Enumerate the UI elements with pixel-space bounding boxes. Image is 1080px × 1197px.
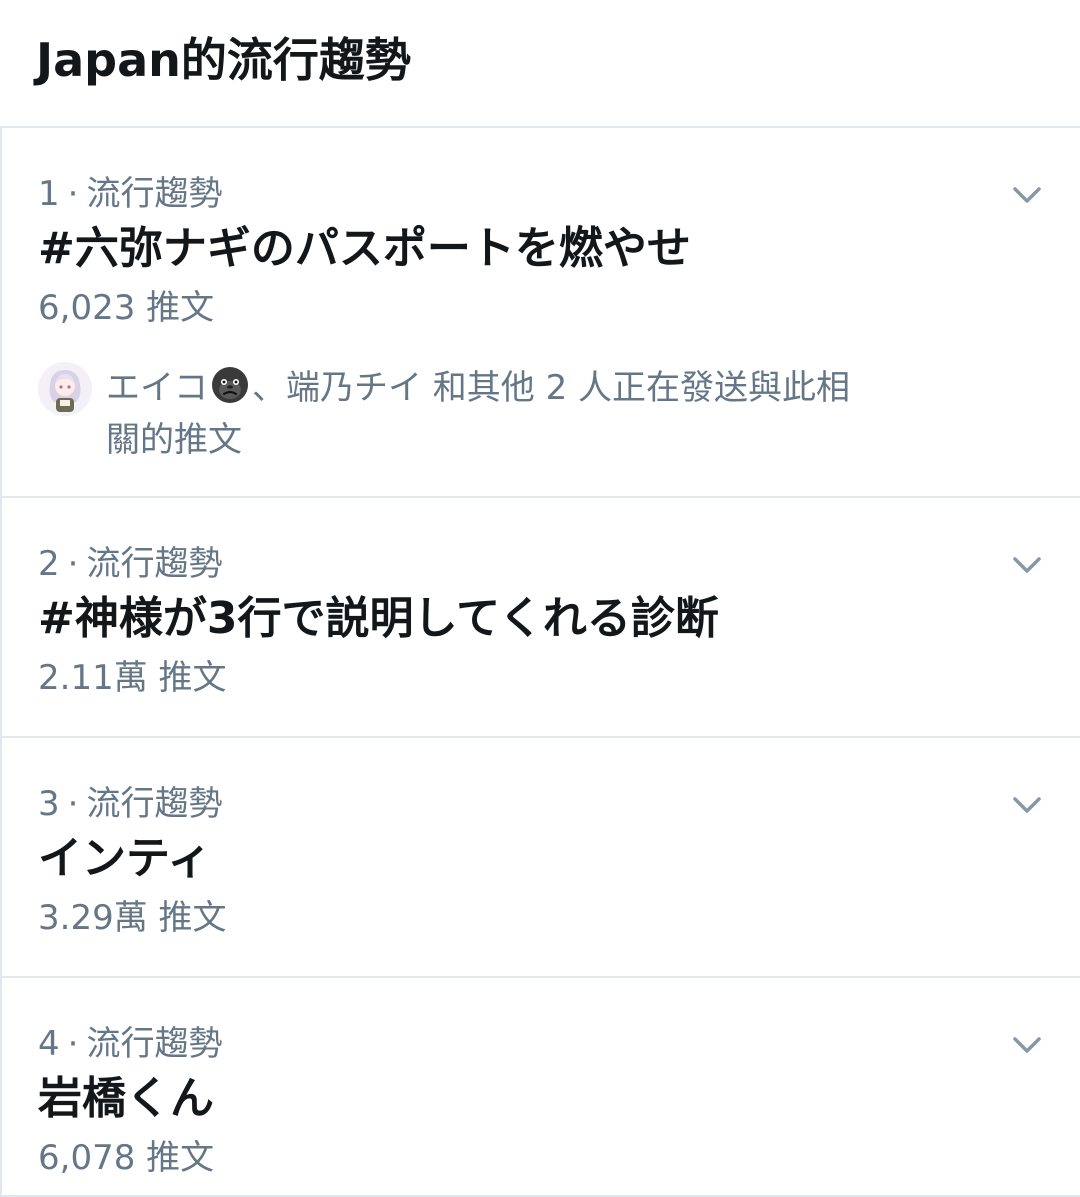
- trend-category: 流行趨勢: [86, 1024, 223, 1064]
- trends-header: Japan的流行趨勢: [0, 0, 1080, 128]
- trend-item[interactable]: 4 · 流行趨勢 岩橋くん 6,078 推文: [0, 978, 1080, 1197]
- social-user-name: エイコ: [106, 368, 208, 408]
- trend-rank: 2: [38, 544, 60, 584]
- chevron-down-icon[interactable]: [1010, 178, 1044, 212]
- trend-rank: 3: [38, 784, 60, 824]
- trend-name[interactable]: インティ: [38, 830, 211, 888]
- trend-meta: 4 · 流行趨勢: [38, 1022, 222, 1066]
- page-title: Japan的流行趨勢: [36, 33, 411, 87]
- trend-item[interactable]: 3 · 流行趨勢 インティ 3.29萬 推文: [0, 738, 1080, 978]
- trend-name[interactable]: 岩橋くん: [38, 1070, 214, 1128]
- trend-meta: 3 · 流行趨勢: [38, 782, 222, 826]
- trend-separator: ·: [67, 174, 79, 214]
- trend-name[interactable]: #神様が3行で説明してくれる診断: [38, 590, 719, 648]
- trend-tweet-count: 6,078 推文: [38, 1138, 215, 1178]
- trend-item[interactable]: 1 · 流行趨勢 #六弥ナギのパスポートを燃やせ 6,023 推文 エイコ 、端…: [0, 128, 1080, 498]
- trend-name[interactable]: #六弥ナギのパスポートを燃やせ: [38, 220, 691, 278]
- trend-tweet-count: 2.11萬 推文: [38, 658, 227, 698]
- trend-category: 流行趨勢: [86, 544, 223, 584]
- chevron-down-icon[interactable]: [1010, 1028, 1044, 1062]
- trend-rank: 4: [38, 1024, 60, 1064]
- trend-tweet-count: 6,023 推文: [38, 288, 215, 328]
- trend-meta: 1 · 流行趨勢: [38, 172, 222, 216]
- social-context: エイコ 、端乃チイ 和其他 2 人正在發送與此相關的推文: [38, 362, 938, 472]
- trend-item[interactable]: 2 · 流行趨勢 #神様が3行で説明してくれる診断 2.11萬 推文: [0, 498, 1080, 738]
- trend-separator: ·: [67, 784, 79, 824]
- trend-separator: ·: [67, 544, 79, 584]
- trend-meta: 2 · 流行趨勢: [38, 542, 222, 586]
- chevron-down-icon[interactable]: [1010, 788, 1044, 822]
- gorilla-emoji-icon: [210, 365, 250, 405]
- chevron-down-icon[interactable]: [1010, 548, 1044, 582]
- trend-category: 流行趨勢: [86, 784, 223, 824]
- trend-tweet-count: 3.29萬 推文: [38, 898, 227, 938]
- trend-rank: 1: [38, 174, 60, 214]
- trend-category: 流行趨勢: [86, 174, 223, 214]
- social-context-text: エイコ 、端乃チイ 和其他 2 人正在發送與此相關的推文: [106, 362, 866, 466]
- avatar: [38, 362, 92, 416]
- trend-separator: ·: [67, 1024, 79, 1064]
